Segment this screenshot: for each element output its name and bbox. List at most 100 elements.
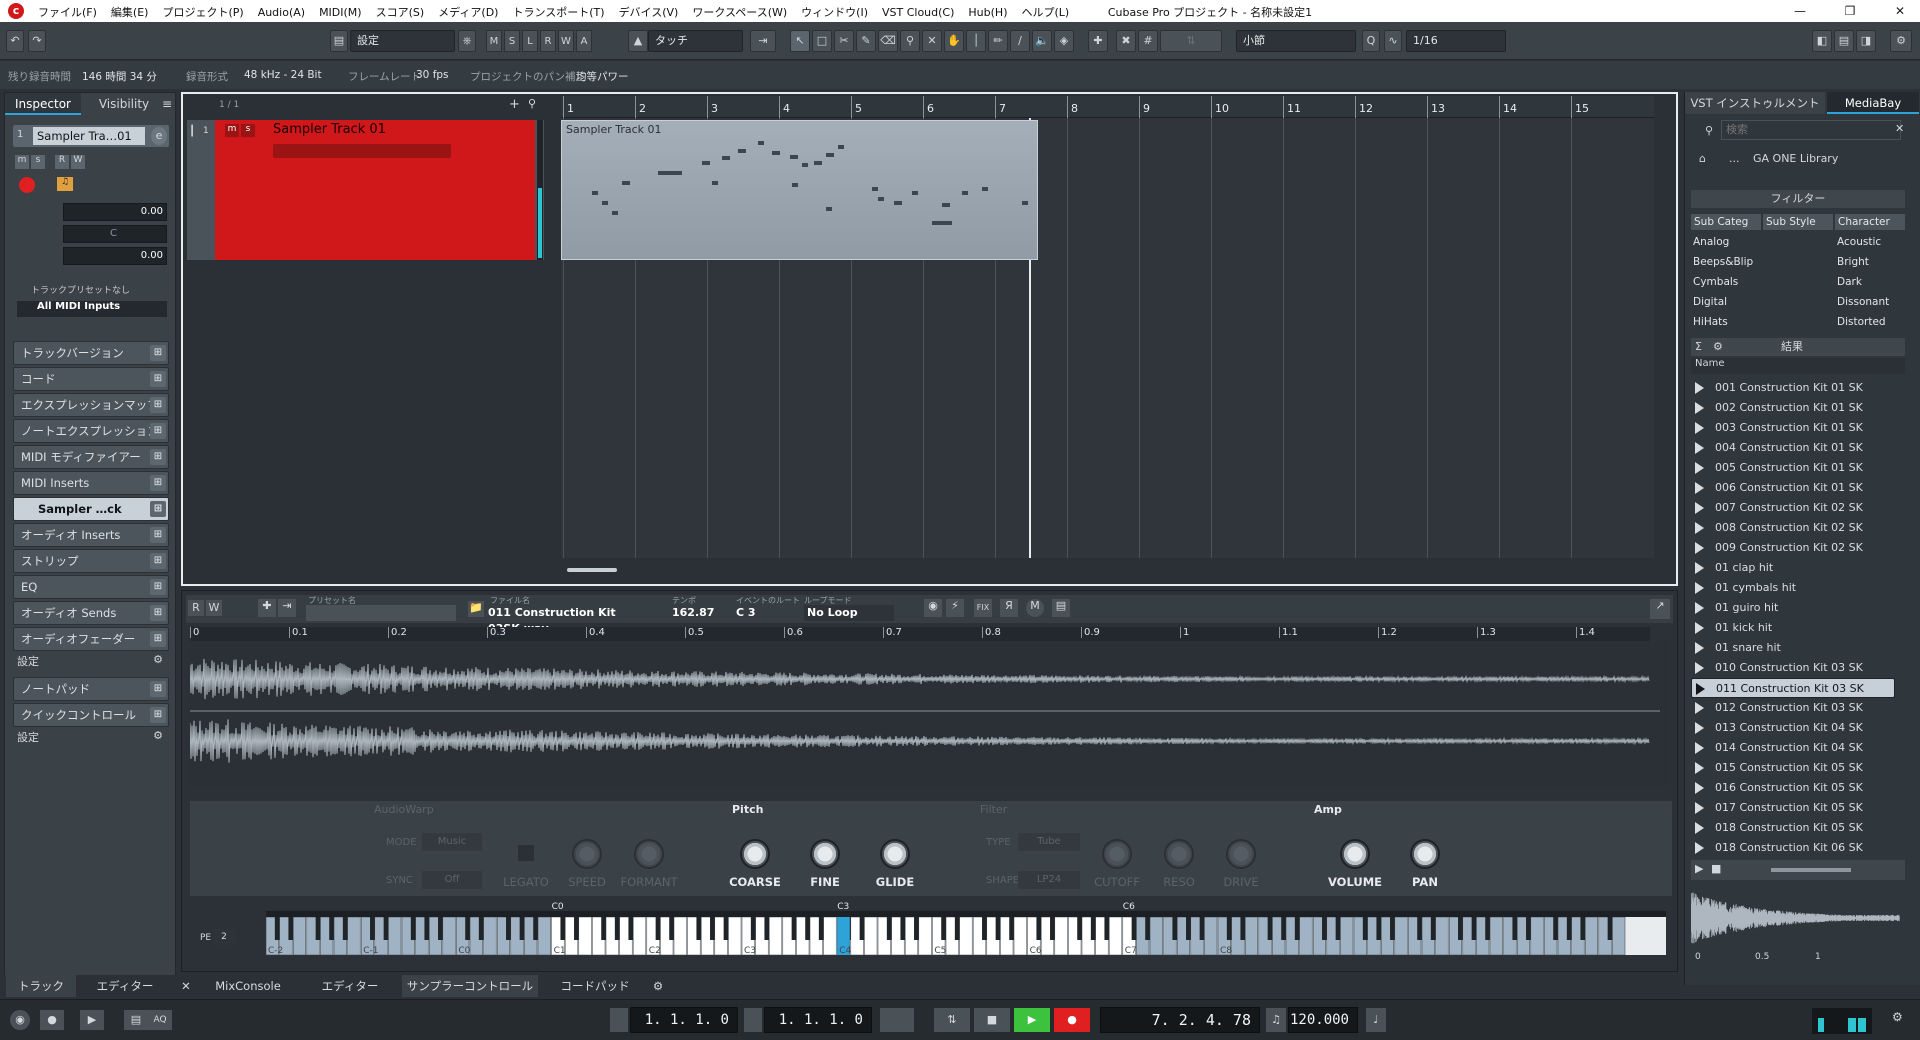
white-key[interactable]	[1394, 916, 1408, 956]
white-key[interactable]	[578, 916, 592, 956]
menu-item[interactable]: Hub(H)	[968, 6, 1007, 19]
automation-icon[interactable]: ▲	[628, 30, 648, 52]
record-enable-button[interactable]	[17, 175, 37, 195]
filter-item[interactable]: Distorted	[1837, 316, 1886, 328]
audition-icon[interactable]: ◉	[924, 599, 942, 617]
result-item[interactable]: 002 Construction Kit 01 SK	[1691, 398, 1895, 418]
play-icon[interactable]	[1695, 702, 1704, 714]
editor-write-button[interactable]: W	[206, 600, 222, 616]
editor-read-button[interactable]: R	[188, 600, 204, 616]
transport-settings-icon[interactable]: ◉	[10, 1010, 30, 1030]
inspector-section[interactable]: オーディオ Inserts ⊞	[13, 523, 169, 547]
play-icon[interactable]	[1695, 442, 1704, 454]
white-key[interactable]	[632, 916, 647, 956]
snap-type-icon[interactable]: ⇅	[1160, 30, 1222, 52]
track-name[interactable]: Sampler Track 01	[273, 122, 386, 137]
punch-icon[interactable]: ▤	[124, 1010, 148, 1030]
maximize-icon[interactable]: ❐	[1830, 2, 1870, 20]
result-item[interactable]: 009 Construction Kit 02 SK	[1691, 538, 1895, 558]
fix-icon[interactable]: FIX	[974, 599, 992, 617]
white-key[interactable]	[537, 916, 551, 956]
sample-ruler[interactable]: 0 0.1 0.2 0.3 0.4 0.5 0.6 0.7 0.8 0.9 1 1.1 1.2 1.3 1.…	[190, 627, 1650, 641]
tempo-display[interactable]: 120.000	[1288, 1007, 1358, 1033]
white-key[interactable]	[768, 916, 783, 956]
play-button[interactable]: ▶	[1014, 1008, 1050, 1032]
aw-sync-select[interactable]: Off	[422, 871, 482, 889]
close-zone-icon[interactable]: ✕	[178, 975, 194, 997]
white-key[interactable]	[1054, 916, 1068, 956]
cycle-mode-icon[interactable]: ▶	[80, 1010, 104, 1030]
coarse-knob[interactable]	[740, 839, 770, 869]
cutoff-knob[interactable]	[1102, 839, 1132, 869]
constrain-icon[interactable]: ⎈	[458, 30, 476, 52]
layout-icon[interactable]: ▤	[330, 30, 348, 52]
iterative-quantize-icon[interactable]: ∿	[1384, 30, 1402, 52]
result-item[interactable]: 007 Construction Kit 02 SK	[1691, 498, 1895, 518]
line-tool-icon[interactable]: ∕	[1010, 30, 1030, 52]
menu-item[interactable]: ファイル(F)	[38, 6, 97, 19]
white-key[interactable]	[1489, 916, 1503, 956]
range-tool-icon[interactable]: □	[812, 30, 832, 52]
section-icon[interactable]: ⊞	[150, 449, 166, 465]
white-key[interactable]	[728, 916, 742, 956]
menu-item[interactable]: 編集(E)	[111, 6, 149, 19]
filter-item[interactable]: Digital	[1693, 296, 1727, 308]
play-icon[interactable]	[1695, 762, 1704, 774]
split-tool-icon[interactable]: ✂	[834, 30, 854, 52]
undo-icon[interactable]: ↶	[6, 30, 24, 52]
click-icon[interactable]: ♩	[1366, 1008, 1386, 1032]
preview-play-icon[interactable]: ▶	[1695, 862, 1703, 875]
result-item[interactable]: 006 Construction Kit 01 SK	[1691, 478, 1895, 498]
tab-mediabay[interactable]: MediaBay	[1827, 92, 1919, 114]
write-button[interactable]: W	[71, 155, 85, 169]
filter-item[interactable]: Dissonant	[1837, 296, 1889, 308]
play-icon[interactable]	[1695, 582, 1704, 594]
white-key[interactable]	[673, 916, 687, 956]
result-item[interactable]: 01 clap hit	[1691, 558, 1895, 578]
tab-sampler-control[interactable]: サンプラーコントロール	[402, 975, 538, 997]
color-tool-icon[interactable]: ◈	[1054, 30, 1074, 52]
results-settings-icon[interactable]: ⚙	[1713, 338, 1723, 356]
filter-item[interactable]: Bright	[1837, 256, 1869, 268]
play-icon[interactable]	[1695, 842, 1704, 854]
play-icon[interactable]	[1695, 482, 1704, 494]
white-key[interactable]	[1530, 916, 1544, 956]
filter-type-select[interactable]: Tube	[1018, 833, 1080, 851]
tab-track[interactable]: トラック	[6, 975, 76, 997]
inspector-section[interactable]: 設定 ⚙	[17, 729, 167, 745]
window-layout-bottom-icon[interactable]: ▤	[1834, 30, 1854, 52]
redo-icon[interactable]: ↷	[28, 30, 46, 52]
white-key[interactable]	[347, 916, 361, 956]
white-key[interactable]	[1340, 916, 1354, 956]
section-icon[interactable]: ⊞	[150, 371, 166, 387]
loop-mode-select[interactable]: No Loop	[804, 605, 894, 621]
result-item[interactable]: 01 kick hit	[1691, 618, 1895, 638]
transient-icon[interactable]: ⚡	[946, 599, 964, 617]
draw-tool-icon[interactable]: ✏	[988, 30, 1008, 52]
inspector-section[interactable]: MIDI Inserts ⊞	[13, 471, 169, 495]
play-icon[interactable]	[1695, 522, 1704, 534]
snap-zero-icon[interactable]: ✖	[1116, 30, 1136, 52]
play-icon[interactable]	[1695, 742, 1704, 754]
result-item[interactable]: 016 Construction Kit 05 SK	[1691, 778, 1895, 798]
white-key[interactable]	[1149, 916, 1163, 956]
waveform-display[interactable]	[189, 641, 1670, 786]
snap-grid-icon[interactable]: #	[1138, 30, 1158, 52]
white-key[interactable]	[1204, 916, 1218, 956]
left-locator-icon[interactable]	[610, 1008, 628, 1032]
menu-item[interactable]: プロジェクト(P)	[162, 6, 243, 19]
tab-settings-icon[interactable]: ⚙	[650, 975, 666, 997]
inspector-track-name[interactable]: Sampler Tra…01	[33, 127, 145, 145]
inspector-section[interactable]: ノートパッド ⊞	[13, 677, 169, 701]
white-key[interactable]	[918, 916, 932, 956]
automation-mode-select[interactable]: タッチ	[648, 30, 743, 52]
left-locator-display[interactable]: 1. 1. 1. 0	[630, 1007, 738, 1033]
menu-item[interactable]: VST Cloud(C)	[882, 6, 954, 19]
home-icon[interactable]: ⌂	[1699, 152, 1706, 165]
tab-mixconsole[interactable]: MixConsole	[198, 975, 298, 997]
sum-icon[interactable]: Σ	[1695, 338, 1702, 356]
section-icon[interactable]: ⊞	[150, 475, 166, 491]
white-key[interactable]	[1244, 916, 1259, 956]
filter-item[interactable]: Beeps&Blip	[1693, 256, 1753, 268]
result-item[interactable]: 01 snare hit	[1691, 638, 1895, 658]
